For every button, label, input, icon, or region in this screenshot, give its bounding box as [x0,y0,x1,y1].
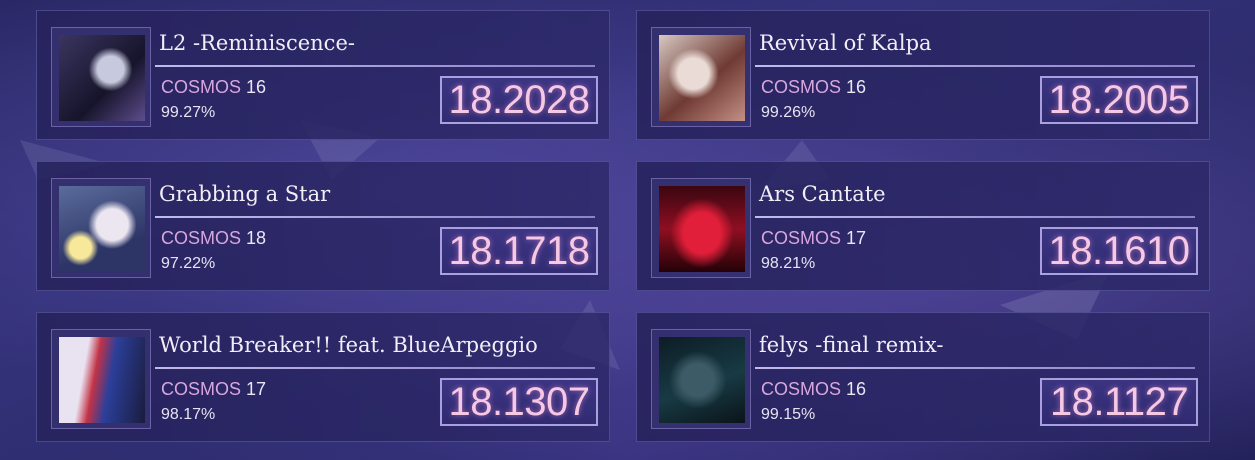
difficulty-level: 16 [846,77,867,97]
song-title: Revival of Kalpa [759,31,932,55]
difficulty-name: COSMOS [161,379,242,399]
accuracy: 99.27% [161,104,216,121]
accuracy: 97.22% [161,255,216,272]
title-divider [755,216,1195,218]
difficulty-label: COSMOS 17 [161,379,266,400]
difficulty-level: 18 [246,228,267,248]
song-jacket-image [59,337,145,423]
song-jacket-image [659,186,745,272]
rating-box: 18.2005 [1040,76,1198,124]
title-divider [155,65,595,67]
rating-box: 18.1610 [1040,227,1198,275]
title-divider [155,216,595,218]
difficulty-label: COSMOS 16 [761,77,866,98]
song-jacket-image [659,337,745,423]
score-card-2[interactable]: Revival of Kalpa COSMOS 16 99.26% 18.200… [636,10,1210,140]
difficulty-name: COSMOS [161,228,242,248]
accuracy: 99.26% [761,104,816,121]
score-card-6[interactable]: felys -final remix- COSMOS 16 99.15% 18.… [636,312,1210,442]
rating-value: 18.1307 [448,379,590,424]
difficulty-name: COSMOS [761,379,842,399]
score-card-4[interactable]: Ars Cantate COSMOS 17 98.21% 18.1610 [636,161,1210,291]
difficulty-level: 16 [246,77,267,97]
rating-box: 18.2028 [440,76,598,124]
rating-value: 18.1610 [1048,228,1190,273]
title-divider [755,367,1195,369]
difficulty-level: 16 [846,379,867,399]
song-jacket-frame [651,178,751,278]
difficulty-name: COSMOS [761,77,842,97]
song-title: L2 -Reminiscence- [159,31,355,55]
song-jacket-frame [51,178,151,278]
accuracy: 99.15% [761,406,816,423]
difficulty-name: COSMOS [161,77,242,97]
song-jacket-image [59,35,145,121]
accuracy: 98.21% [761,255,816,272]
song-title: felys -final remix- [759,333,944,357]
difficulty-level: 17 [846,228,867,248]
song-jacket-image [59,186,145,272]
difficulty-label: COSMOS 17 [761,228,866,249]
difficulty-label: COSMOS 18 [161,228,266,249]
song-jacket-frame [651,27,751,127]
title-divider [155,367,595,369]
score-card-1[interactable]: L2 -Reminiscence- COSMOS 16 99.27% 18.20… [36,10,610,140]
title-divider [755,65,1195,67]
rating-value: 18.1718 [448,228,590,273]
song-title: World Breaker!! feat. BlueArpeggio [159,333,538,357]
rating-value: 18.2005 [1048,77,1190,122]
score-card-3[interactable]: Grabbing a Star COSMOS 18 97.22% 18.1718 [36,161,610,291]
song-title: Grabbing a Star [159,182,331,206]
score-card-5[interactable]: World Breaker!! feat. BlueArpeggio COSMO… [36,312,610,442]
song-jacket-frame [51,329,151,429]
difficulty-level: 17 [246,379,267,399]
rating-box: 18.1307 [440,378,598,426]
song-jacket-image [659,35,745,121]
difficulty-label: COSMOS 16 [761,379,866,400]
song-jacket-frame [51,27,151,127]
difficulty-label: COSMOS 16 [161,77,266,98]
rating-value: 18.2028 [448,77,590,122]
difficulty-name: COSMOS [761,228,842,248]
accuracy: 98.17% [161,406,216,423]
rating-box: 18.1718 [440,227,598,275]
rating-value: 18.1127 [1049,379,1189,424]
rating-box: 18.1127 [1040,378,1198,426]
song-jacket-frame [651,329,751,429]
song-title: Ars Cantate [759,182,886,206]
